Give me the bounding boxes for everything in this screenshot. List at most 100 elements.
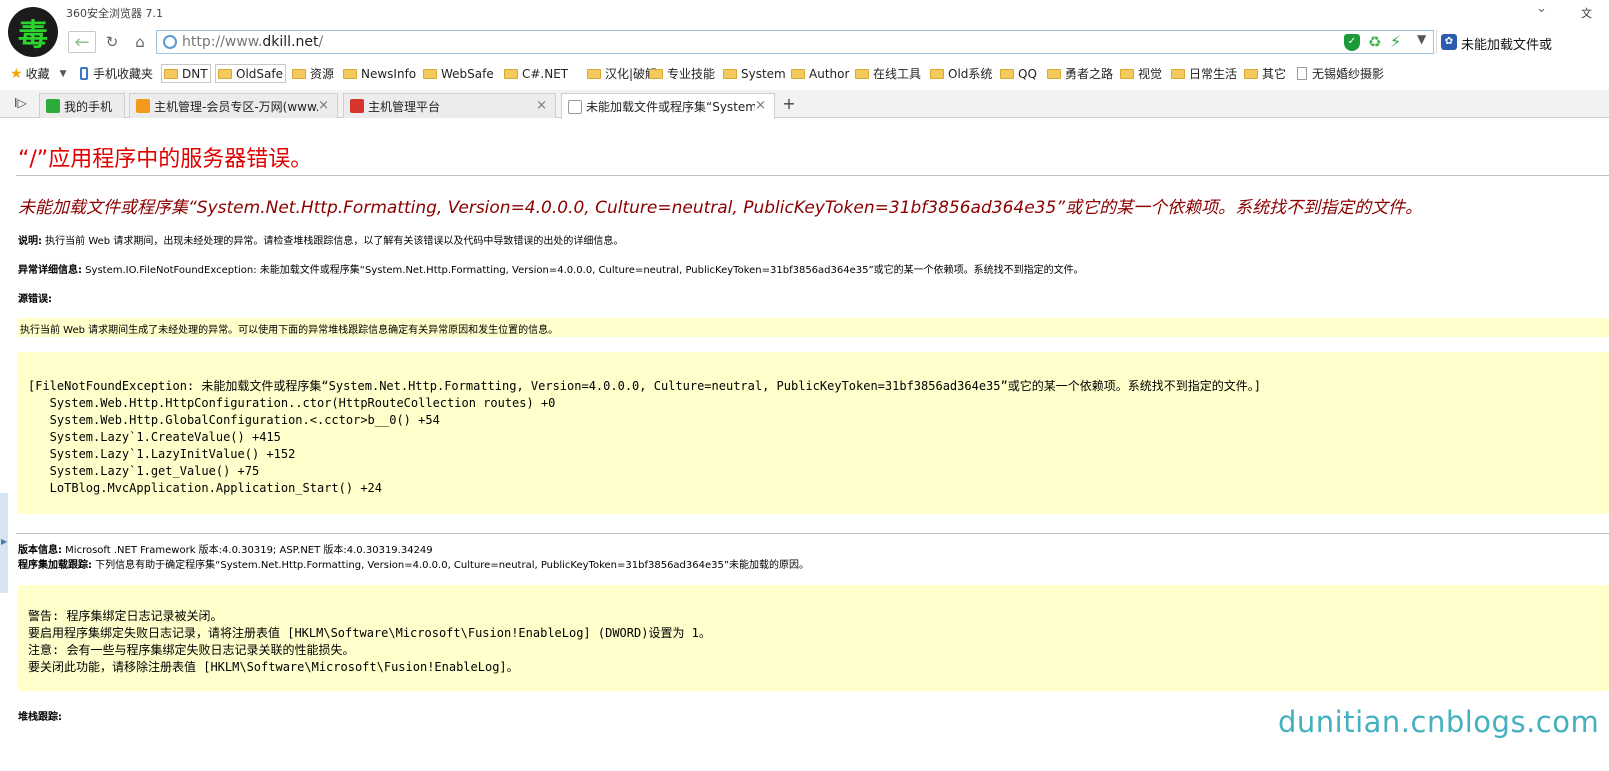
bookmark-label: 其它 <box>1262 67 1287 81</box>
url-text[interactable]: http://www.dkill.net/ <box>182 34 323 50</box>
search-input[interactable]: ✿ 未能加载文件或 <box>1436 30 1609 54</box>
close-icon[interactable]: × <box>536 98 547 113</box>
bookmark-label: DNT <box>182 66 208 81</box>
arrow-right-icon: ▶ <box>1 537 8 546</box>
app-title: 360安全浏览器 7.1 <box>66 7 163 20</box>
bookmark-label: 日常生活 <box>1189 67 1238 81</box>
page-icon <box>1297 67 1307 80</box>
bookmark-item[interactable]: 视觉 <box>1118 64 1162 83</box>
baidu-paw-icon: ✿ <box>1441 34 1457 50</box>
folder-icon <box>1244 68 1258 79</box>
tab-label: 我的手机 <box>64 99 113 114</box>
tab-1[interactable]: 主机管理-会员专区-万网(www. × <box>129 93 338 118</box>
shield-icon[interactable]: ✓ <box>1344 34 1360 51</box>
error-subtitle: 未能加载文件或程序集“System.Net.Http.Formatting, V… <box>18 198 1423 218</box>
assembly-warning-text: 警告: 程序集绑定日志记录被关闭。 要启用程序集绑定失败日志记录，请将注册表值 … <box>28 609 711 674</box>
refresh-icon[interactable]: ↻ <box>101 31 123 53</box>
tab-favicon <box>568 99 582 114</box>
folder-icon <box>218 68 232 79</box>
chevron-down-icon[interactable]: ▼ <box>60 69 67 79</box>
window-menu-text[interactable]: 文 <box>1581 5 1592 21</box>
url-input[interactable]: http://www.dkill.net/ ✓ ♻ ⚡ <box>156 30 1434 54</box>
exception-text: System.IO.FileNotFoundException: 未能加载文件或… <box>82 265 1084 276</box>
url-domain: dkill.net <box>262 34 319 50</box>
logo-char: 毒 <box>18 18 48 53</box>
browser-window: 360安全浏览器 7.1 ⌄ 文 毒 ← ↻ ⌂ http://www.dkil… <box>0 0 1609 771</box>
folder-icon <box>343 68 357 79</box>
bookmark-item[interactable]: 专业技能 <box>647 64 715 83</box>
bookmark-item[interactable]: 其它 <box>1242 64 1286 83</box>
stack-trace-label: 堆栈跟踪: <box>18 712 62 723</box>
recycle-icon[interactable]: ♻ <box>1368 33 1381 51</box>
page-content: ▶ “/”应用程序中的服务器错误。 未能加载文件或程序集“System.Net.… <box>0 119 1609 771</box>
tab-label: 主机管理平台 <box>368 99 441 114</box>
bookmark-item[interactable]: 在线工具 <box>853 64 921 83</box>
tab-favicon <box>350 99 364 113</box>
folder-icon <box>723 68 737 79</box>
version-text: Microsoft .NET Framework 版本:4.0.30319; A… <box>62 545 433 556</box>
bookmark-label: OldSafe <box>236 66 283 81</box>
folder-icon <box>855 68 869 79</box>
bookmark-label: 收藏 <box>25 67 50 81</box>
browser-logo: 毒 <box>8 7 58 57</box>
bookmark-item[interactable]: DNT <box>161 64 211 83</box>
bookmark-item[interactable]: C#.NET <box>502 64 568 83</box>
bookmark-item[interactable]: 日常生活 <box>1169 64 1237 83</box>
exception-details-line: 异常详细信息: System.IO.FileNotFoundException:… <box>18 261 1084 276</box>
bookmark-item[interactable]: ★ 收藏 ▼ <box>10 64 67 83</box>
tab-2[interactable]: 主机管理平台 × <box>343 93 556 118</box>
exception-label: 异常详细信息: <box>18 265 82 276</box>
bookmark-label: 勇者之路 <box>1065 67 1114 81</box>
bookmark-item[interactable]: Old系统 <box>928 64 992 83</box>
stack-trace-box: [FileNotFoundException: 未能加载文件或程序集“Syste… <box>18 352 1609 514</box>
phone-icon <box>80 67 88 80</box>
back-button[interactable]: ← <box>68 31 96 53</box>
sidebar-expand-handle[interactable]: ▶ <box>0 493 8 593</box>
close-icon[interactable]: × <box>755 98 766 113</box>
assembly-warning-box: 警告: 程序集绑定日志记录被关闭。 要启用程序集绑定失败日志记录，请将注册表值 … <box>18 585 1609 691</box>
folder-icon <box>504 68 518 79</box>
assembly-trace-line: 程序集加载跟踪: 下列信息有助于确定程序集“System.Net.Http.Fo… <box>18 556 809 571</box>
bookmark-item[interactable]: QQ <box>998 64 1037 83</box>
lightning-icon[interactable]: ⚡ <box>1390 32 1401 51</box>
assembly-label: 程序集加载跟踪: <box>18 560 92 571</box>
url-suffix: / <box>318 34 324 50</box>
bookmark-item[interactable]: WebSafe <box>421 64 494 83</box>
folder-icon <box>587 68 601 79</box>
version-info-line: 版本信息: Microsoft .NET Framework 版本:4.0.30… <box>18 541 433 556</box>
bookmark-label: 资源 <box>310 67 335 81</box>
home-icon[interactable]: ⌂ <box>129 31 151 53</box>
assembly-text: 下列信息有助于确定程序集“System.Net.Http.Formatting,… <box>92 560 810 571</box>
bookmark-item[interactable]: Author <box>789 64 849 83</box>
folder-icon <box>930 68 944 79</box>
bookmark-item[interactable]: OldSafe <box>215 64 286 83</box>
bookmark-item[interactable]: System <box>721 64 786 83</box>
stack-trace-text: [FileNotFoundException: 未能加载文件或程序集“Syste… <box>28 379 1261 495</box>
tab-bar: I▷ 我的手机 主机管理-会员专区-万网(www. × 主机管理平台 × 未能加载文件或程… <box>0 90 1609 119</box>
title-bar: 360安全浏览器 7.1 ⌄ 文 <box>0 0 1609 28</box>
bookmark-item[interactable]: 无锡婚纱摄影 <box>1295 64 1384 83</box>
bookmark-item[interactable]: 勇者之路 <box>1045 64 1113 83</box>
folder-icon <box>1171 68 1185 79</box>
folder-icon <box>649 68 663 79</box>
bookmark-label: Old系统 <box>948 67 993 81</box>
sidebar-toggle-icon[interactable]: I▷ <box>14 96 27 110</box>
bookmark-item[interactable]: 手机收藏夹 <box>78 64 153 83</box>
close-icon[interactable]: × <box>318 98 329 113</box>
folder-icon <box>1000 68 1014 79</box>
bookmark-item[interactable]: NewsInfo <box>341 64 416 83</box>
chevron-down-icon[interactable]: ⌄ <box>1536 1 1547 16</box>
address-dropdown-icon[interactable]: ▼ <box>1417 32 1426 46</box>
bookmark-item[interactable]: 资源 <box>290 64 334 83</box>
tab-0[interactable]: 我的手机 <box>39 93 125 118</box>
folder-icon <box>1120 68 1134 79</box>
bookmarks-bar: ★ 收藏 ▼ 手机收藏夹 DNT OldSafe 资源 NewsInfo WebSafe C#.N… <box>0 60 1609 86</box>
tab-3[interactable]: 未能加载文件或程序集“System × <box>561 93 775 119</box>
description-text: 执行当前 Web 请求期间，出现未经处理的异常。请检查堆栈跟踪信息，以了解有关该… <box>42 236 624 247</box>
source-error-box: 执行当前 Web 请求期间生成了未经处理的异常。可以使用下面的异常堆栈跟踪信息确… <box>18 318 1609 337</box>
new-tab-button[interactable]: + <box>779 96 799 114</box>
divider <box>16 533 1609 534</box>
bookmark-label: 无锡婚纱摄影 <box>1312 67 1385 81</box>
folder-icon <box>164 68 178 79</box>
bookmark-label: 手机收藏夹 <box>93 67 154 81</box>
